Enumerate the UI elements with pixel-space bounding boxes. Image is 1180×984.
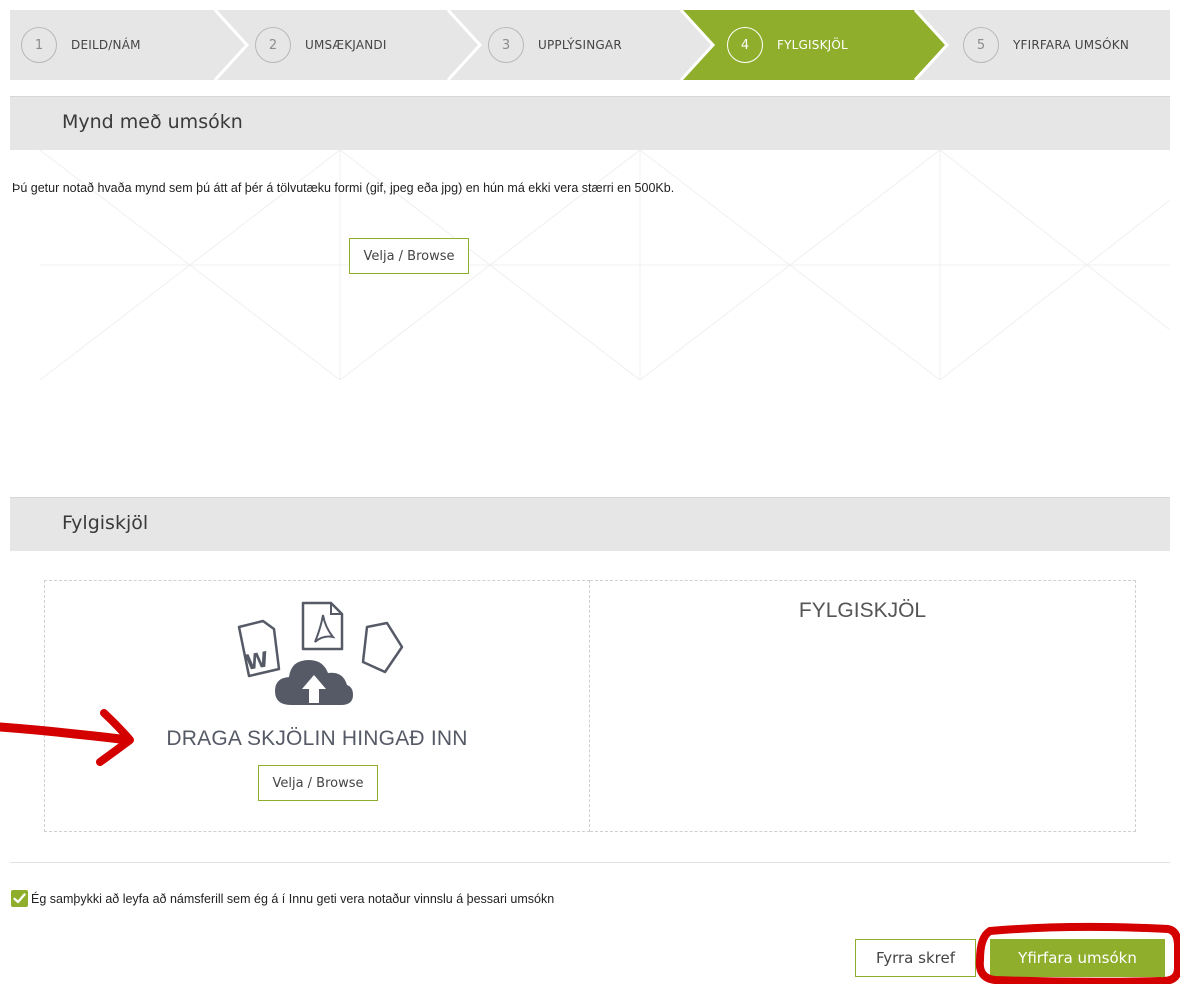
attachments-section-header: Fylgiskjöl (10, 497, 1170, 551)
section-divider (10, 862, 1170, 863)
attachments-browse-button[interactable]: Velja / Browse (258, 765, 378, 801)
photo-description: Þú getur notað hvaða mynd sem þú átt af … (12, 181, 675, 195)
step-progress-bar: 1 DEILD/NÁM 2 UMSÆKJANDI 3 UPPLÝSINGAR 4… (10, 10, 1170, 80)
photo-section-header: Mynd með umsókn (10, 96, 1170, 150)
step-label: UPPLÝSINGAR (538, 38, 622, 52)
step-1-deild-nam[interactable]: 1 DEILD/NÁM (21, 10, 141, 80)
consent-row: Ég samþykki að leyfa að námsferill sem é… (11, 890, 554, 907)
step-3-upplysingar[interactable]: 3 UPPLÝSINGAR (488, 10, 622, 80)
step-label: UMSÆKJANDI (305, 38, 387, 52)
step-5-yfirfara-umsokn[interactable]: 5 YFIRFARA UMSÓKN (963, 10, 1129, 80)
word-file-icon: W (237, 619, 281, 678)
step-4-fylgiskjol[interactable]: 4 FYLGISKJÖL (727, 10, 848, 80)
pdf-file-icon (301, 601, 344, 651)
photo-browse-button[interactable]: Velja / Browse (349, 238, 469, 274)
file-drop-zone[interactable]: W DRAGA SKJÖLIN HINGAÐ INN Velja / Brows… (44, 580, 590, 832)
consent-label: Ég samþykki að leyfa að námsferill sem é… (31, 891, 555, 906)
step-label: YFIRFARA UMSÓKN (1013, 38, 1130, 52)
section-title: Fylgiskjöl (62, 512, 149, 534)
section-title: Mynd með umsókn (62, 111, 243, 133)
step-number: 4 (727, 27, 763, 63)
step-number: 1 (21, 27, 57, 63)
step-2-umsaekjandi[interactable]: 2 UMSÆKJANDI (255, 10, 387, 80)
svg-text:W: W (243, 647, 270, 675)
consent-checkbox[interactable] (11, 890, 28, 907)
checkmark-icon (13, 893, 26, 904)
review-application-button[interactable]: Yfirfara umsókn (990, 939, 1165, 977)
step-number: 3 (488, 27, 524, 63)
attachments-list-panel: FYLGISKJÖL (590, 580, 1136, 832)
step-label: DEILD/NÁM (71, 38, 141, 52)
file-icon (361, 621, 404, 674)
previous-step-button[interactable]: Fyrra skref (855, 939, 976, 977)
drop-files-text: DRAGA SKJÖLIN HINGAÐ INN (166, 727, 468, 750)
cloud-upload-icon (275, 660, 353, 705)
upload-illustration: W (237, 601, 404, 705)
step-number: 2 (255, 27, 291, 63)
attachments-list-title: FYLGISKJÖL (798, 599, 927, 622)
step-label: FYLGISKJÖL (777, 38, 848, 52)
step-number: 5 (963, 27, 999, 63)
